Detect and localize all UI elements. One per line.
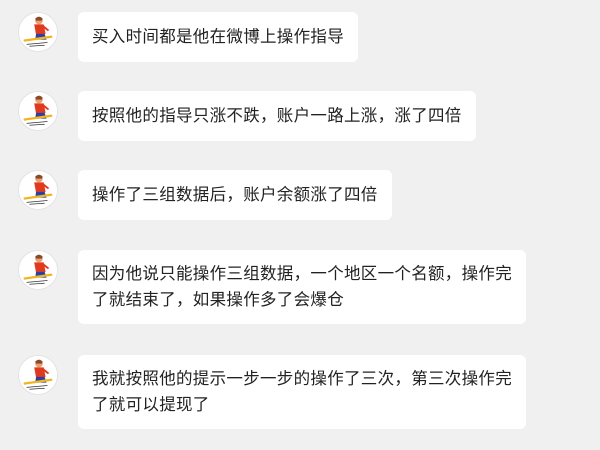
skier-avatar-icon[interactable] bbox=[18, 250, 58, 290]
message-bubble: 我就按照他的提示一步一步的操作了三次，第三次操作完 了就可以提现了 bbox=[78, 355, 526, 429]
message-text: 按照他的指导只涨不跌，账户一路上涨，涨了四倍 bbox=[92, 106, 462, 125]
message-text: 因为他说只能操作三组数据，一个地区一个名额，操作完 bbox=[92, 264, 512, 283]
message-bubble: 买入时间都是他在微博上操作指导 bbox=[78, 12, 358, 62]
message-bubble: 因为他说只能操作三组数据，一个地区一个名额，操作完 了就结束了，如果操作多了会爆… bbox=[78, 250, 526, 324]
skier-avatar-icon[interactable] bbox=[18, 170, 58, 210]
message-text: 买入时间都是他在微博上操作指导 bbox=[92, 27, 344, 46]
message-bubble: 操作了三组数据后，账户余额涨了四倍 bbox=[78, 170, 392, 220]
chat-thread: 买入时间都是他在微博上操作指导 按照他的指导只涨不跌，账户一路上涨，涨了四倍 操… bbox=[0, 0, 600, 450]
skier-avatar-icon[interactable] bbox=[18, 91, 58, 131]
skier-avatar-icon[interactable] bbox=[18, 12, 58, 52]
message-text: 了就可以提现了 bbox=[92, 395, 210, 414]
skier-avatar-icon[interactable] bbox=[18, 355, 58, 395]
message-text: 了就结束了，如果操作多了会爆仓 bbox=[92, 290, 344, 309]
message-text: 我就按照他的提示一步一步的操作了三次，第三次操作完 bbox=[92, 369, 512, 388]
message-text: 操作了三组数据后，账户余额涨了四倍 bbox=[92, 185, 378, 204]
message-bubble: 按照他的指导只涨不跌，账户一路上涨，涨了四倍 bbox=[78, 91, 476, 141]
